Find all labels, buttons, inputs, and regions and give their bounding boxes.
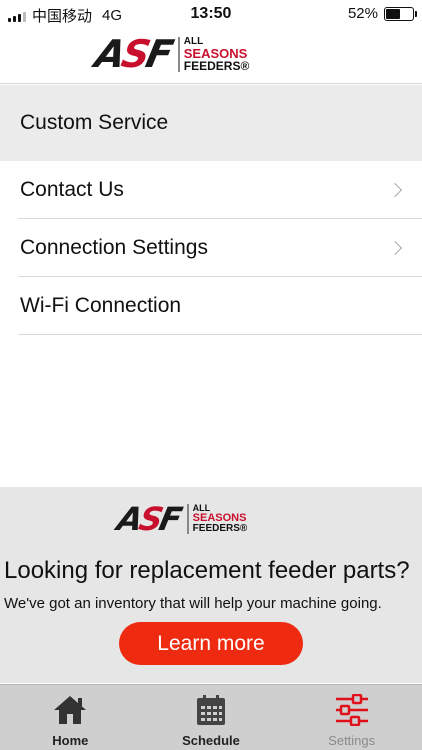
menu-item-label: Connection Settings [20, 236, 208, 259]
logo-mark-text: ASF [113, 500, 183, 538]
battery-fill [386, 8, 400, 19]
tab-home[interactable]: Home [0, 685, 141, 750]
ad-banner[interactable]: ASF ALL SEASONS FEEDERS® Looking for rep… [0, 487, 422, 683]
logo-mark-text: ASF [91, 32, 175, 76]
tab-label: Home [52, 733, 89, 748]
battery-percent: 52% [347, 5, 378, 22]
settings-menu: Custom Service Contact Us Connection Set… [0, 85, 422, 335]
status-right: 52% [347, 5, 417, 22]
chevron-right-icon [387, 240, 403, 256]
menu-item-wifi-connection[interactable]: Wi-Fi Connection [0, 277, 422, 335]
chevron-right-icon [387, 182, 403, 198]
home-icon [54, 696, 87, 724]
ad-title: Looking for replacement feeder parts? [4, 557, 410, 584]
menu-item-label: Wi-Fi Connection [20, 294, 182, 317]
tab-bar: Home Schedule Settings [0, 684, 422, 750]
ad-logo: ASF ALL SEASONS FEEDERS® [113, 500, 248, 538]
asf-logo: ASF ALL SEASONS FEEDERS® [91, 32, 250, 76]
logo-line-2: SEASONS [183, 45, 248, 61]
menu-item-connection-settings[interactable]: Connection Settings [0, 219, 422, 277]
learn-more-button[interactable]: Learn more [119, 622, 303, 665]
tab-schedule[interactable]: Schedule [141, 685, 282, 750]
logo-mark: ASF [113, 500, 183, 538]
status-bar: 中国移动 4G 13:50 52% [0, 0, 422, 30]
tab-label: Settings [328, 733, 376, 748]
logo-line-3: FEEDERS® [192, 523, 248, 534]
section-header-custom-service: Custom Service [0, 85, 422, 161]
battery-tip [415, 10, 417, 17]
logo-mark: ASF [91, 32, 175, 76]
logo-line-3: FEEDERS® [183, 58, 250, 73]
ad-subtitle: We've got an inventory that will help yo… [4, 595, 382, 612]
app-header: ASF ALL SEASONS FEEDERS® [0, 30, 422, 84]
menu-item-contact-us[interactable]: Contact Us [0, 161, 422, 219]
logo-text: ALL SEASONS FEEDERS® [186, 504, 248, 534]
tab-label: Schedule [182, 733, 240, 748]
calendar-icon [197, 695, 225, 725]
menu-item-label: Contact Us [20, 178, 124, 201]
battery-icon [384, 6, 417, 21]
logo-line-1: ALL [183, 35, 204, 47]
tab-settings[interactable]: Settings [281, 685, 422, 750]
sliders-icon [335, 694, 368, 726]
logo-text: ALL SEASONS FEEDERS® [177, 35, 250, 73]
